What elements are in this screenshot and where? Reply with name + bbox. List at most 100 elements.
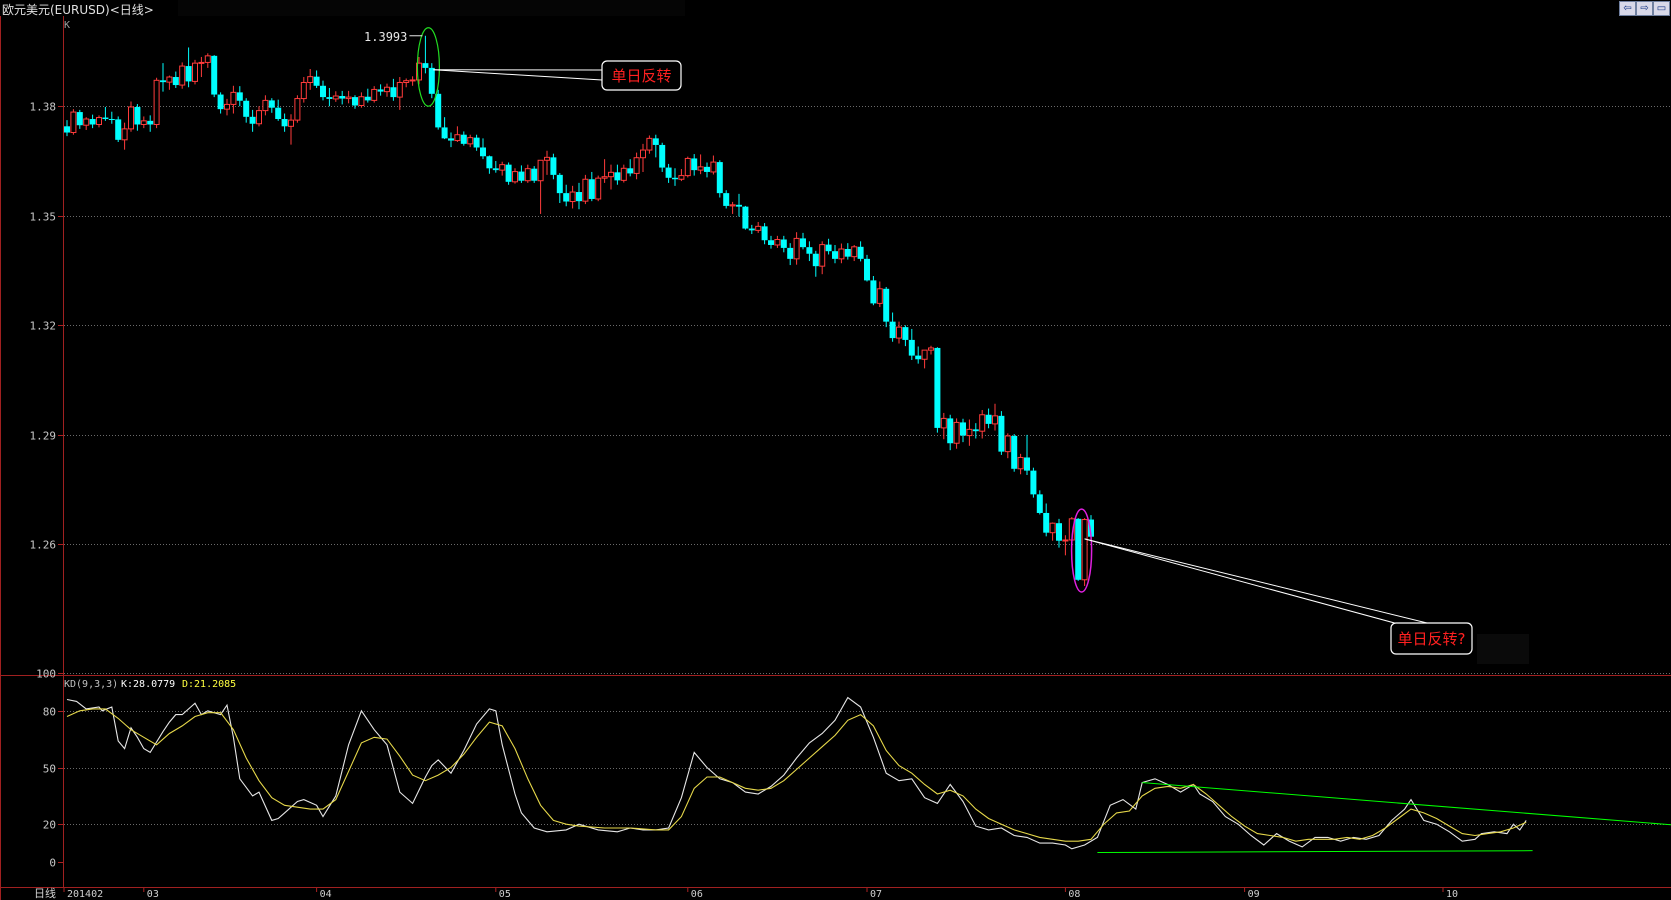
candle-body — [985, 414, 992, 424]
kd-tick-label: 80 — [43, 706, 56, 719]
candle-body — [992, 415, 998, 425]
candle — [742, 205, 749, 230]
candle-body — [115, 119, 122, 140]
candle — [1081, 518, 1088, 586]
candle-body — [614, 172, 621, 181]
candle-body — [576, 192, 582, 202]
candle-body — [537, 159, 544, 182]
hidden-patch — [1477, 634, 1529, 664]
candle-body — [960, 422, 966, 436]
candle-body — [819, 244, 826, 267]
candle-body — [64, 126, 70, 133]
candle-body — [915, 355, 922, 360]
candle-body — [748, 228, 755, 231]
price-tick-label: 1.32 — [30, 320, 57, 333]
candle-body — [166, 76, 173, 83]
candle-body — [883, 288, 890, 322]
kd-tick-label: 20 — [43, 819, 56, 832]
x-tick-label: 201402 — [67, 889, 103, 900]
candle-body — [684, 157, 691, 177]
price-tick-label: 1.29 — [30, 430, 57, 443]
candle-body — [441, 127, 448, 139]
candle-body — [838, 248, 845, 260]
candle-body — [556, 174, 563, 194]
candle-body — [480, 147, 486, 157]
candle-body — [403, 80, 410, 83]
candle-body — [70, 111, 77, 134]
candle-body — [998, 415, 1005, 452]
candle-body — [288, 119, 294, 127]
arrow-left-icon[interactable]: ⇦ — [1619, 1, 1636, 16]
candle-body — [172, 77, 179, 86]
candle-body — [857, 246, 864, 259]
candle — [659, 142, 666, 172]
candle-body — [928, 347, 934, 351]
candle-body — [313, 76, 320, 86]
candle — [1011, 434, 1018, 472]
candle-body — [640, 149, 646, 159]
candle-body — [588, 179, 595, 199]
kd-tick-label: 0 — [49, 857, 56, 870]
candle — [211, 55, 218, 98]
candle-body — [832, 251, 838, 259]
callout-1-text: 单日反转 — [611, 67, 671, 85]
candle-body — [544, 156, 550, 161]
candle-body — [249, 116, 256, 124]
candle — [115, 116, 122, 143]
panel-label: K — [64, 20, 70, 31]
candle-body — [160, 80, 166, 83]
candle-body — [691, 158, 698, 171]
candle-body — [1043, 512, 1050, 533]
x-tick-label: 06 — [691, 889, 703, 900]
candle-body — [512, 171, 518, 183]
candle — [716, 160, 723, 198]
candle-body — [1049, 522, 1056, 534]
candle-body — [345, 96, 352, 100]
candle-body — [665, 167, 672, 178]
candle-body — [569, 191, 576, 203]
candle-body — [396, 82, 403, 98]
x-tick-label: 09 — [1248, 889, 1260, 900]
candle-body — [704, 166, 710, 172]
candle-body — [76, 112, 83, 126]
candle-body — [646, 137, 653, 151]
arrow-right-icon[interactable]: ⇨ — [1636, 1, 1653, 16]
x-tick-label: 08 — [1068, 889, 1080, 900]
candle-body — [716, 162, 723, 194]
candle-body — [608, 171, 614, 178]
candle-body — [300, 82, 307, 100]
candle-body — [659, 144, 666, 168]
candle-body — [422, 63, 429, 68]
candle-body — [262, 99, 269, 112]
candle-body — [384, 86, 390, 93]
candle-body — [627, 168, 634, 174]
callout-2-text: 单日反转? — [1398, 630, 1466, 648]
candle — [179, 62, 186, 89]
price-tick-label: 1.26 — [30, 539, 57, 552]
candle-body — [825, 244, 832, 252]
candle-body — [390, 87, 397, 98]
candle — [883, 286, 890, 328]
maximize-icon[interactable]: ▭ — [1653, 1, 1670, 16]
x-tick-label: 04 — [320, 889, 332, 900]
candle-body — [428, 67, 435, 94]
candle-body — [153, 79, 160, 125]
candle-body — [243, 100, 250, 117]
candle-body — [1024, 457, 1030, 471]
candle-body — [134, 106, 141, 125]
candle-body — [953, 421, 960, 444]
candle-body — [1004, 435, 1011, 453]
kd-legend-d: D:21.2085 — [182, 679, 236, 690]
candle-body — [864, 258, 870, 281]
candle-body — [320, 85, 326, 98]
candle-body — [339, 96, 346, 99]
candle-body — [889, 321, 896, 339]
candle-body — [761, 226, 768, 241]
candle-body — [563, 193, 570, 202]
kd-tick-label: 50 — [43, 763, 56, 776]
candle — [294, 95, 301, 123]
candle-body — [307, 76, 314, 83]
candle-body — [352, 97, 358, 106]
candle-body — [601, 176, 608, 179]
peak-price-label: 1.3993 — [364, 30, 407, 44]
